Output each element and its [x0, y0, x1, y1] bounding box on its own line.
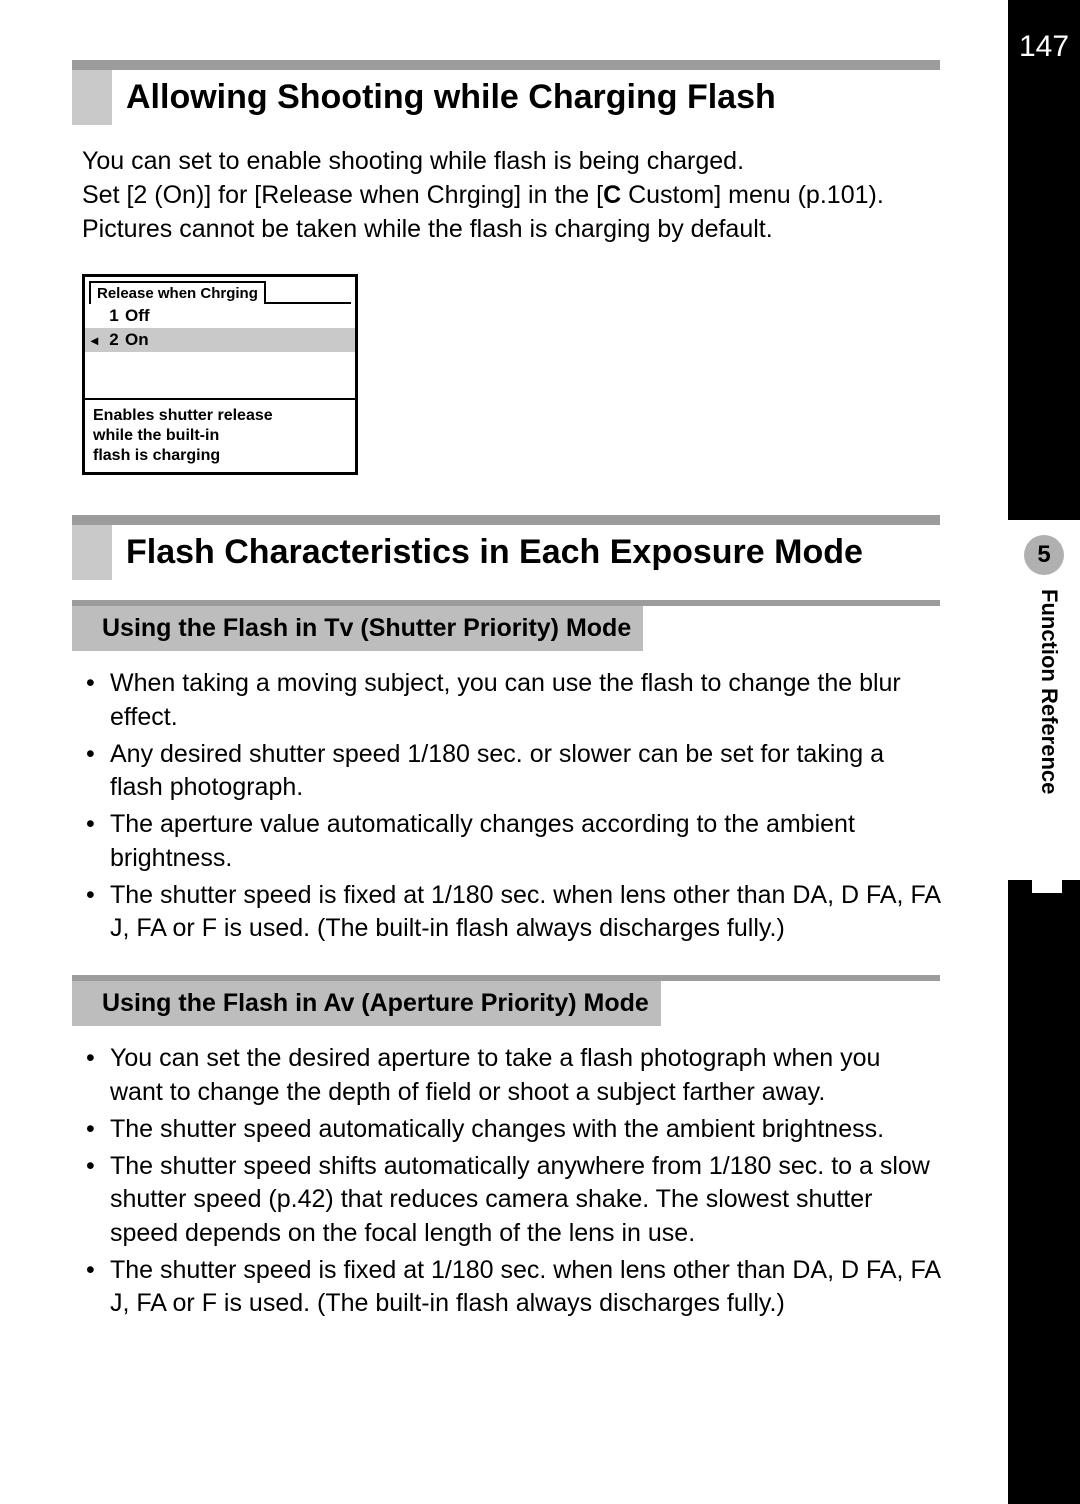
- chapter-number-badge: 5: [1024, 535, 1064, 575]
- list-item: The aperture value automatically changes…: [82, 808, 940, 875]
- subheading-av: Using the Flash in Av (Aperture Priority…: [72, 975, 940, 1026]
- menu-screenshot: Release when Chrging 1 Off ◂ 2 On Enable…: [82, 274, 358, 475]
- menu-option-1: 1 Off: [85, 304, 355, 328]
- menu-option-2-label: On: [125, 330, 149, 350]
- menu-option-2-arrow-icon: ◂: [91, 332, 103, 349]
- menu-spacer: [85, 352, 355, 398]
- list-item: The shutter speed is fixed at 1/180 sec.…: [82, 879, 940, 946]
- para-line-3: Pictures cannot be taken while the flash…: [82, 215, 773, 243]
- subheading-side-chip: [72, 981, 90, 1026]
- custom-menu-icon: C: [603, 181, 621, 209]
- menu-tab-underline: [266, 302, 351, 304]
- section-heading-2: Flash Characteristics in Each Exposure M…: [72, 515, 940, 580]
- para-line-2b: Custom] menu (p.101).: [621, 181, 884, 209]
- menu-option-1-num: 1: [103, 306, 125, 326]
- page-content: Allowing Shooting while Charging Flash Y…: [72, 0, 940, 1350]
- subheading-tv-title: Using the Flash in Tv (Shutter Priority)…: [90, 606, 643, 651]
- page-number: 147: [1008, 30, 1080, 64]
- menu-description: Enables shutter release while the built-…: [85, 398, 355, 472]
- menu-tab-title: Release when Chrging: [89, 281, 266, 304]
- section-1-title: Allowing Shooting while Charging Flash: [112, 70, 776, 125]
- para-line-1: You can set to enable shooting while fla…: [82, 147, 744, 175]
- subheading-tv: Using the Flash in Tv (Shutter Priority)…: [72, 600, 940, 651]
- menu-desc-line-2: while the built-in: [93, 427, 219, 444]
- list-item: The shutter speed shifts automatically a…: [82, 1150, 940, 1250]
- menu-options: 1 Off ◂ 2 On: [85, 304, 355, 398]
- heading-side-chip: [72, 70, 112, 125]
- subheading-side-chip: [72, 606, 90, 651]
- heading-top-bar: [72, 515, 940, 525]
- section-1-paragraph: You can set to enable shooting while fla…: [82, 145, 930, 246]
- chapter-label: Function Reference: [1032, 585, 1062, 893]
- heading-top-bar: [72, 60, 940, 70]
- av-bullet-list: You can set the desired aperture to take…: [82, 1042, 940, 1320]
- section-heading-1: Allowing Shooting while Charging Flash: [72, 60, 940, 125]
- sub-tv-pre: Using the Flash in: [102, 614, 324, 642]
- list-item: The shutter speed is fixed at 1/180 sec.…: [82, 1254, 940, 1321]
- tv-mode-symbol: Tv: [324, 614, 353, 642]
- menu-option-2-selected: ◂ 2 On: [85, 328, 355, 352]
- para-line-2a: Set [2 (On)] for [Release when Chrging] …: [82, 181, 603, 209]
- list-item: The shutter speed automatically changes …: [82, 1113, 940, 1146]
- list-item: When taking a moving subject, you can us…: [82, 667, 940, 734]
- menu-desc-line-3: flash is charging: [93, 447, 220, 464]
- section-2-title: Flash Characteristics in Each Exposure M…: [112, 525, 863, 580]
- menu-option-2-num: 2: [103, 330, 125, 350]
- subheading-av-title: Using the Flash in Av (Aperture Priority…: [90, 981, 661, 1026]
- heading-side-chip: [72, 525, 112, 580]
- tv-bullet-list: When taking a moving subject, you can us…: [82, 667, 940, 945]
- menu-desc-line-1: Enables shutter release: [93, 407, 273, 424]
- menu-option-1-label: Off: [125, 306, 150, 326]
- list-item: You can set the desired aperture to take…: [82, 1042, 940, 1109]
- menu-tab-row: Release when Chrging: [85, 277, 355, 304]
- list-item: Any desired shutter speed 1/180 sec. or …: [82, 738, 940, 805]
- sub-tv-post: (Shutter Priority) Mode: [353, 614, 631, 642]
